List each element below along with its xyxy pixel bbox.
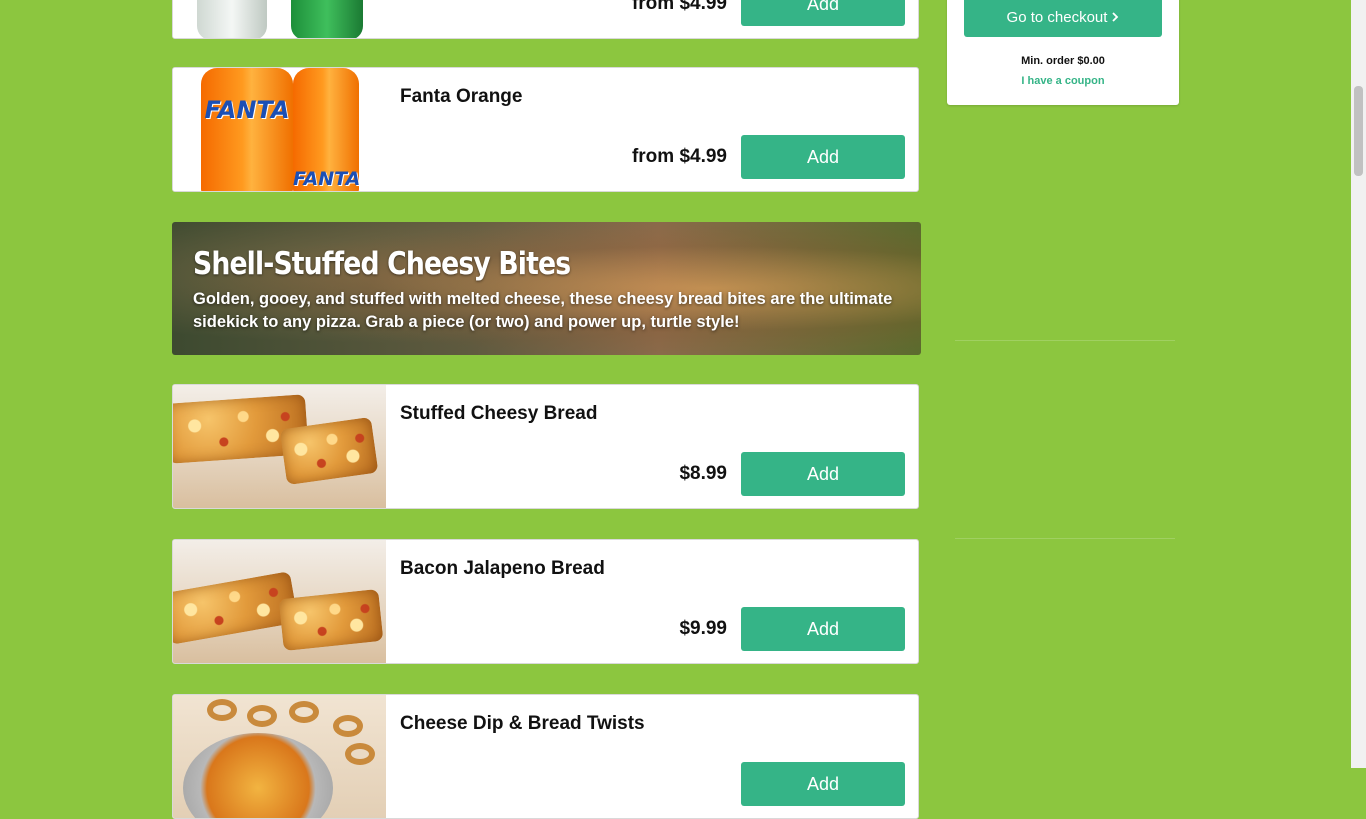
- category-banner: Shell-Stuffed Cheesy Bites Golden, gooey…: [172, 222, 921, 355]
- product-name: Bacon Jalapeno Bread: [400, 558, 605, 579]
- checkout-label: Go to checkout: [1006, 8, 1108, 26]
- bread-shape: [278, 588, 384, 652]
- min-order-text: Min. order $0.00: [1021, 55, 1105, 67]
- product-price: from $4.99: [631, 0, 727, 14]
- product-card-fanta-orange: FANTA FANTA Fanta Orange from $4.99 Add: [172, 67, 919, 192]
- bottle-shape: FANTA: [201, 68, 293, 191]
- product-image-cheese-dip: [173, 695, 386, 818]
- bottle-shape: [291, 0, 363, 38]
- bread-twist-shape: [345, 743, 375, 765]
- product-image-jalapeno-bread: [173, 540, 386, 663]
- bread-twist-shape: [333, 715, 363, 737]
- product-price: $9.99: [679, 618, 727, 639]
- banner-description: Golden, gooey, and stuffed with melted c…: [193, 290, 893, 331]
- add-button[interactable]: Add: [741, 762, 905, 806]
- product-card-sprite: from $4.99 Add: [172, 0, 919, 39]
- bottle-label: FANTA: [293, 168, 361, 190]
- product-price: $8.99: [679, 463, 727, 484]
- cart-summary-panel: Go to checkout Min. order $0.00 I have a…: [947, 0, 1179, 105]
- product-card-stuffed-cheesy-bread: Stuffed Cheesy Bread $8.99 Add: [172, 384, 919, 509]
- product-card-bacon-jalapeno-bread: Bacon Jalapeno Bread $9.99 Add: [172, 539, 919, 664]
- product-image-sprite: [173, 0, 386, 38]
- product-price: from $4.99: [631, 146, 727, 167]
- go-to-checkout-button[interactable]: Go to checkout: [964, 0, 1162, 37]
- add-button[interactable]: Add: [741, 452, 905, 496]
- divider: [955, 340, 1175, 341]
- product-image-fanta: FANTA FANTA: [173, 68, 386, 191]
- bread-twist-shape: [289, 701, 319, 723]
- bottle-shape: [197, 0, 267, 38]
- banner-title: Shell-Stuffed Cheesy Bites: [193, 246, 571, 282]
- divider: [955, 538, 1175, 539]
- product-name: Stuffed Cheesy Bread: [400, 403, 598, 424]
- product-card-cheese-dip-twists: Cheese Dip & Bread Twists Add: [172, 694, 919, 819]
- add-button[interactable]: Add: [741, 0, 905, 26]
- add-button[interactable]: Add: [741, 607, 905, 651]
- product-name: Fanta Orange: [400, 86, 523, 107]
- add-button[interactable]: Add: [741, 135, 905, 179]
- bread-twist-shape: [247, 705, 277, 727]
- bread-twist-shape: [207, 699, 237, 721]
- page-scrollbar[interactable]: [1351, 0, 1366, 768]
- scrollbar-thumb[interactable]: [1354, 86, 1363, 176]
- product-image-cheesy-bread: [173, 385, 386, 508]
- bottle-shape: FANTA: [293, 68, 361, 191]
- product-name: Cheese Dip & Bread Twists: [400, 713, 645, 734]
- chevron-right-icon: [1112, 12, 1119, 22]
- bottle-label: FANTA: [204, 96, 290, 124]
- coupon-link[interactable]: I have a coupon: [947, 75, 1179, 87]
